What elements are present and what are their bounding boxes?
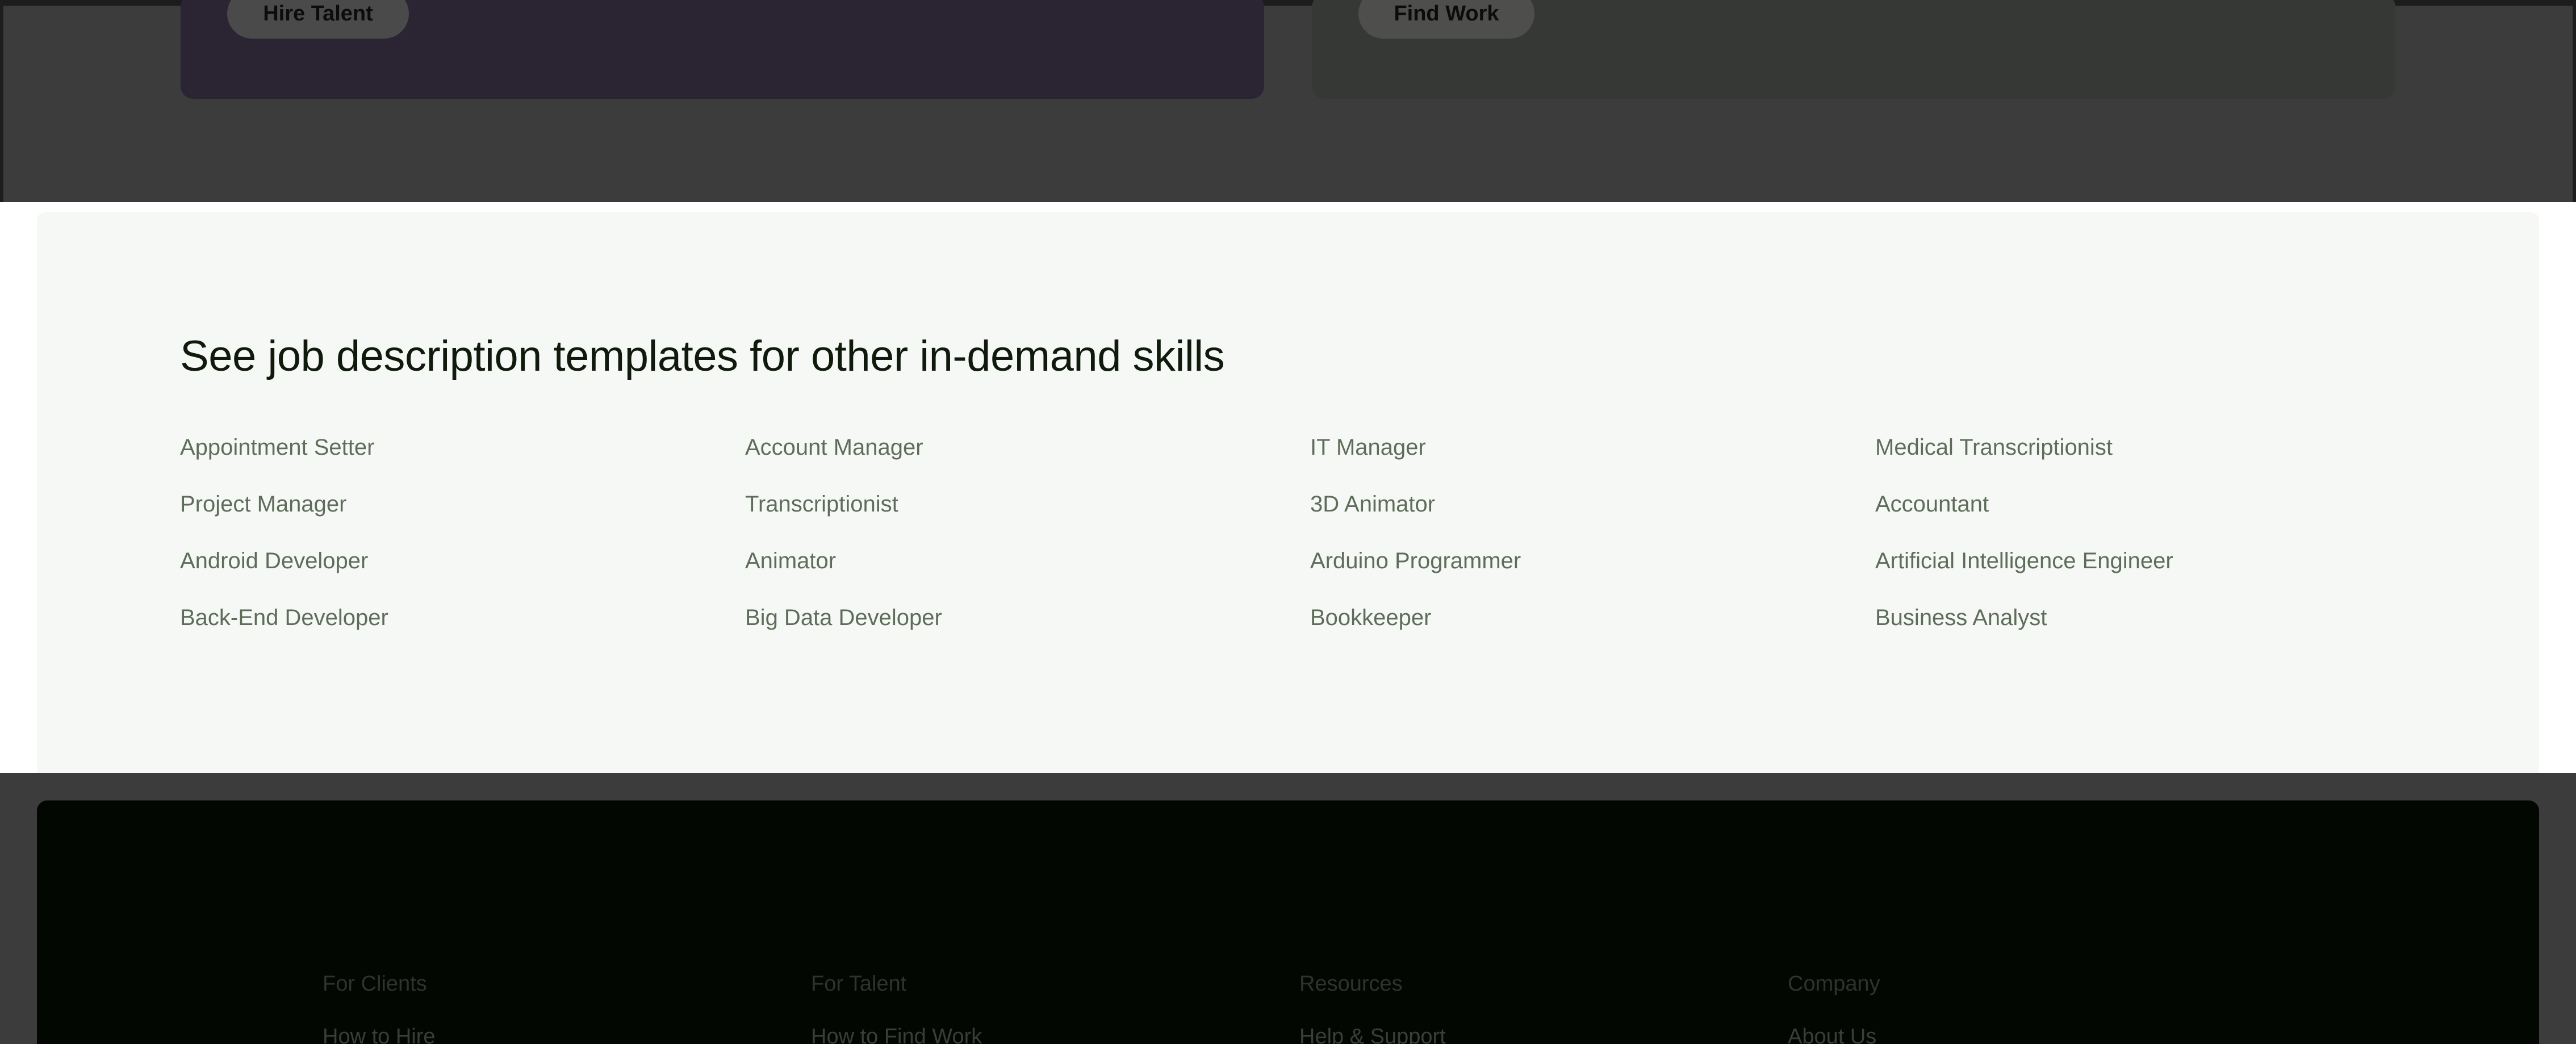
cta-cards-region: Hire Talent Find Work <box>0 0 2576 202</box>
skills-column-3: IT Manager 3D Animator Arduino Programme… <box>1310 436 1867 663</box>
footer-column-clients: For Clients How to Hire <box>323 972 436 1044</box>
skills-column-1: Appointment Setter Project Manager Andro… <box>180 436 737 663</box>
footer-heading: For Talent <box>811 972 907 996</box>
footer-link[interactable]: About Us <box>1788 1025 1880 1044</box>
skill-link[interactable]: Animator <box>745 550 1302 572</box>
footer-region: For Clients How to Hire For Talent How t… <box>0 773 2576 1044</box>
skill-link[interactable]: Accountant <box>1875 493 2432 515</box>
footer-heading: Company <box>1788 972 1880 996</box>
footer-column-company: Company About Us <box>1788 972 1880 1044</box>
footer-column-talent: For Talent How to Find Work <box>811 972 982 1044</box>
templates-title: See job description templates for other … <box>180 332 1225 380</box>
footer-column-resources: Resources Help & Support <box>1299 972 1446 1044</box>
skill-link[interactable]: 3D Animator <box>1310 493 1867 515</box>
footer-heading: For Clients <box>323 972 427 996</box>
templates-panel: See job description templates for other … <box>37 212 2539 773</box>
talent-card: Find Work <box>1312 0 2395 99</box>
footer-link[interactable]: Help & Support <box>1299 1025 1446 1044</box>
skill-link[interactable]: Big Data Developer <box>745 606 1302 629</box>
footer-heading: Resources <box>1299 972 1403 996</box>
overlay-edge-left <box>0 0 3 202</box>
skill-link[interactable]: Transcriptionist <box>745 493 1302 515</box>
templates-section: See job description templates for other … <box>0 202 2576 773</box>
skill-link[interactable]: Bookkeeper <box>1310 606 1867 629</box>
skills-column-2: Account Manager Transcriptionist Animato… <box>745 436 1302 663</box>
skill-link[interactable]: Back-End Developer <box>180 606 737 629</box>
footer-panel: For Clients How to Hire For Talent How t… <box>37 800 2539 1044</box>
skill-link[interactable]: Account Manager <box>745 436 1302 459</box>
skill-link[interactable]: Medical Transcriptionist <box>1875 436 2432 459</box>
skill-link[interactable]: Android Developer <box>180 550 737 572</box>
overlay-edge-right <box>2573 0 2576 202</box>
skills-column-4: Medical Transcriptionist Accountant Arti… <box>1875 436 2432 663</box>
skill-link[interactable]: Business Analyst <box>1875 606 2432 629</box>
skill-link[interactable]: Arduino Programmer <box>1310 550 1867 572</box>
skill-link[interactable]: Appointment Setter <box>180 436 737 459</box>
skill-link[interactable]: Project Manager <box>180 493 737 515</box>
skill-link[interactable]: IT Manager <box>1310 436 1867 459</box>
clients-card: Hire Talent <box>181 0 1264 99</box>
footer-link[interactable]: How to Hire <box>323 1025 436 1044</box>
find-work-button[interactable]: Find Work <box>1358 0 1534 39</box>
footer-link[interactable]: How to Find Work <box>811 1025 982 1044</box>
skill-link[interactable]: Artificial Intelligence Engineer <box>1875 550 2432 572</box>
page: Hire Talent Find Work See job descriptio… <box>0 0 2576 1044</box>
hire-talent-button[interactable]: Hire Talent <box>227 0 409 39</box>
